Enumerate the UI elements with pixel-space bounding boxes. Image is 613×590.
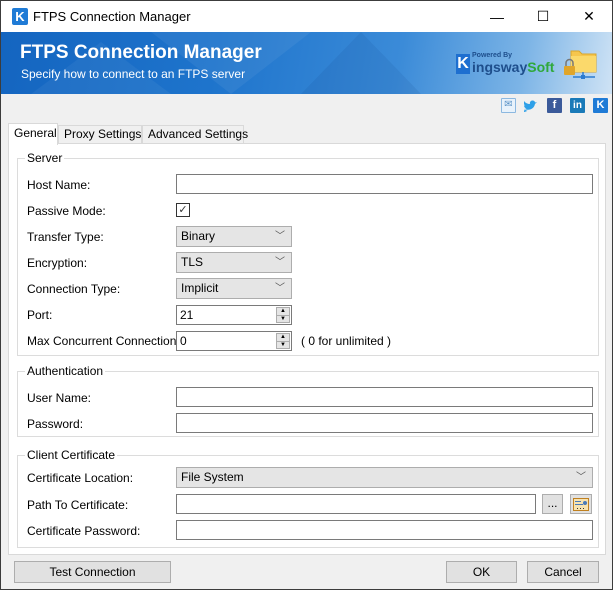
brand-name-main: ingsway <box>472 59 528 75</box>
max-connections-input[interactable]: 0 ▲ ▼ <box>176 331 292 351</box>
facebook-icon[interactable]: f <box>547 98 562 113</box>
authentication-group: Authentication User Name: Password: <box>17 364 599 437</box>
path-to-certificate-label: Path To Certificate: <box>27 498 129 512</box>
host-name-label: Host Name: <box>27 178 91 192</box>
header-banner: FTPS Connection Manager Specify how to c… <box>1 32 612 94</box>
kingsway-app-icon: K <box>12 8 28 25</box>
cancel-button[interactable]: Cancel <box>527 561 599 583</box>
twitter-icon[interactable] <box>523 98 539 113</box>
client-certificate-group: Client Certificate Certificate Location:… <box>17 448 599 548</box>
kingswaysoft-website-icon[interactable]: K <box>593 98 608 113</box>
connection-type-label: Connection Type: <box>27 282 121 296</box>
port-input[interactable]: 21 ▲ ▼ <box>176 305 292 325</box>
header-title: FTPS Connection Manager <box>20 42 262 63</box>
linkedin-icon[interactable]: in <box>570 98 585 113</box>
certificate-picker-button[interactable] <box>570 494 592 514</box>
password-label: Password: <box>27 417 84 431</box>
email-icon[interactable]: ✉ <box>501 98 516 113</box>
window-title: FTPS Connection Manager <box>33 9 191 24</box>
certificate-location-label: Certificate Location: <box>27 471 134 485</box>
header-subtitle: Specify how to connect to an FTPS server <box>21 67 246 81</box>
folder-lock-network-icon <box>564 50 597 79</box>
encryption-select[interactable]: TLS ﹀ <box>176 252 292 273</box>
test-connection-button[interactable]: Test Connection <box>14 561 171 583</box>
port-label: Port: <box>27 308 53 322</box>
connection-type-value: Implicit <box>181 281 219 295</box>
banner-decoration <box>301 32 421 94</box>
certificate-password-input[interactable] <box>176 520 593 540</box>
server-group-legend: Server <box>25 151 65 165</box>
max-connections-value: 0 <box>180 334 187 348</box>
authentication-group-legend: Authentication <box>25 364 106 378</box>
chevron-down-icon: ﹀ <box>275 231 285 242</box>
spin-down-icon[interactable]: ▼ <box>277 315 289 322</box>
kingswaysoft-k-icon: K <box>456 54 470 74</box>
port-spinner[interactable]: ▲ ▼ <box>276 307 290 323</box>
tab-advanced-settings[interactable]: Advanced Settings <box>142 125 248 144</box>
tab-proxy-settings[interactable]: Proxy Settings <box>58 125 142 144</box>
maximize-button[interactable]: ☐ <box>520 1 566 32</box>
user-name-label: User Name: <box>27 391 92 405</box>
password-input[interactable] <box>176 413 593 433</box>
spin-down-icon[interactable]: ▼ <box>277 341 289 348</box>
chevron-down-icon: ﹀ <box>275 257 285 268</box>
user-name-input[interactable] <box>176 387 593 407</box>
max-connections-hint: ( 0 for unlimited ) <box>301 334 392 348</box>
brand-name-soft: Soft <box>527 59 555 75</box>
max-connections-label: Max Concurrent Connections: <box>27 334 186 348</box>
spin-up-icon[interactable]: ▲ <box>277 334 289 341</box>
transfer-type-value: Binary <box>181 229 216 243</box>
certificate-password-label: Certificate Password: <box>27 524 141 538</box>
passive-mode-checkbox[interactable]: ✓ <box>176 203 190 217</box>
certificate-location-value: File System <box>181 470 244 484</box>
spin-up-icon[interactable]: ▲ <box>277 308 289 315</box>
transfer-type-label: Transfer Type: <box>27 230 104 244</box>
chevron-down-icon: ﹀ <box>576 472 586 483</box>
ok-button[interactable]: OK <box>446 561 517 583</box>
encryption-label: Encryption: <box>27 256 88 270</box>
encryption-value: TLS <box>181 255 204 269</box>
certificate-icon <box>573 498 589 511</box>
passive-mode-label: Passive Mode: <box>27 204 106 218</box>
general-tab-panel: Server Host Name: Passive Mode: ✓ Transf… <box>8 143 606 555</box>
minimize-button[interactable]: — <box>474 1 520 32</box>
transfer-type-select[interactable]: Binary ﹀ <box>176 226 292 247</box>
server-group: Server Host Name: Passive Mode: ✓ Transf… <box>17 151 599 356</box>
brand-name: ingswaySoft <box>472 59 554 75</box>
connection-type-select[interactable]: Implicit ﹀ <box>176 278 292 299</box>
twitter-bird-icon <box>523 100 537 112</box>
browse-button[interactable]: ... <box>542 494 563 514</box>
close-button[interactable]: ✕ <box>566 1 612 32</box>
max-connections-spinner[interactable]: ▲ ▼ <box>276 333 290 349</box>
client-certificate-group-legend: Client Certificate <box>25 448 118 462</box>
ftps-connection-manager-dialog: K FTPS Connection Manager — ☐ ✕ FTPS Con… <box>0 0 613 590</box>
host-name-input[interactable] <box>176 174 593 194</box>
chevron-down-icon: ﹀ <box>275 283 285 294</box>
title-bar: K FTPS Connection Manager — ☐ ✕ <box>1 1 612 32</box>
port-value: 21 <box>180 308 194 322</box>
certificate-location-select[interactable]: File System ﹀ <box>176 467 593 488</box>
powered-by-label: Powered By <box>472 52 513 59</box>
path-to-certificate-input[interactable] <box>176 494 536 514</box>
tab-general[interactable]: General <box>8 123 58 145</box>
